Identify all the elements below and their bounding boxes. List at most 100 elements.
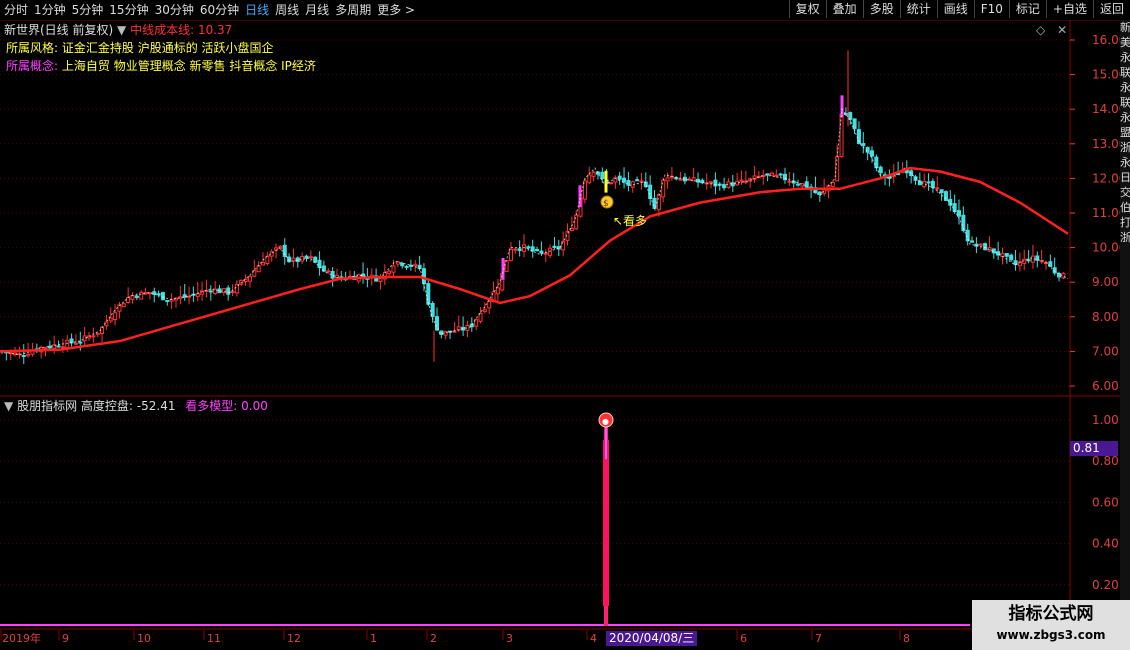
candle-body bbox=[226, 287, 231, 295]
candle-body bbox=[504, 260, 509, 272]
candle-body bbox=[926, 181, 931, 184]
candle-body bbox=[95, 332, 100, 335]
rail-item-10[interactable]: 日 bbox=[1120, 170, 1130, 185]
candle-body bbox=[326, 270, 331, 273]
candle-body bbox=[156, 293, 161, 296]
panel-controls: ◇ ✕ bbox=[1036, 22, 1067, 38]
candle-body bbox=[978, 243, 983, 246]
candle-body bbox=[543, 252, 548, 255]
indicator-source: 股朋指标网 bbox=[17, 399, 78, 413]
money-bag-glyph: $ bbox=[603, 199, 609, 209]
candle-body bbox=[787, 180, 792, 183]
candle-body bbox=[591, 171, 596, 177]
rail-item-9[interactable]: 永 bbox=[1120, 155, 1130, 170]
candle-body bbox=[482, 309, 487, 312]
candle-body bbox=[487, 300, 492, 309]
candle-body bbox=[535, 248, 540, 251]
candle-body bbox=[600, 171, 605, 180]
candle-body bbox=[330, 271, 335, 279]
date-label-6: 2 bbox=[430, 632, 437, 645]
candle-body bbox=[635, 179, 640, 182]
date-label-12: 8 bbox=[903, 632, 910, 645]
candle-body bbox=[247, 275, 252, 282]
date-label-4: 12 bbox=[287, 632, 301, 645]
candle-body bbox=[678, 178, 683, 181]
candle-body bbox=[769, 172, 774, 176]
candle-body bbox=[639, 180, 644, 183]
candle-body bbox=[139, 291, 144, 300]
candle-body bbox=[413, 263, 418, 267]
ind-tick-label-0: 0.20 bbox=[1092, 578, 1119, 592]
candle-body bbox=[78, 341, 83, 344]
candle-body bbox=[796, 183, 801, 186]
candle-body bbox=[609, 182, 613, 185]
rail-item-8[interactable]: 浙 bbox=[1120, 140, 1130, 155]
candle-body bbox=[539, 250, 544, 254]
candle-body bbox=[648, 184, 653, 199]
candle-body bbox=[569, 228, 574, 231]
watermark-url: www.zbgs3.com bbox=[996, 628, 1106, 642]
rail-item-12[interactable]: 伯 bbox=[1120, 200, 1130, 215]
candle-body bbox=[21, 355, 26, 358]
rail-item-5[interactable]: 联 bbox=[1120, 95, 1130, 110]
candle-body bbox=[622, 177, 627, 183]
candle-body bbox=[878, 166, 883, 174]
rail-item-11[interactable]: 交 bbox=[1120, 185, 1130, 200]
stock-chart: 6.007.008.009.0010.0011.0012.0013.0014.0… bbox=[0, 20, 1130, 645]
candle-body bbox=[861, 143, 866, 147]
candle-body bbox=[60, 346, 65, 349]
candle-body bbox=[495, 287, 500, 295]
price-tick-label-0: 6.00 bbox=[1092, 379, 1119, 393]
candle-body bbox=[656, 194, 661, 211]
candle-body bbox=[665, 177, 670, 182]
candle-body bbox=[778, 173, 783, 176]
model-label: 看多模型: bbox=[185, 399, 238, 413]
date-label-1: 9 bbox=[62, 632, 69, 645]
candle-body bbox=[939, 189, 944, 194]
candle-body bbox=[935, 187, 940, 190]
date-label-10: 6 bbox=[740, 632, 747, 645]
ind-tick-label-4: 1.00 bbox=[1092, 413, 1119, 427]
rail-item-4[interactable]: 永 bbox=[1120, 80, 1130, 95]
rail-item-2[interactable]: 永 bbox=[1120, 50, 1130, 65]
rail-item-14[interactable]: 浙 bbox=[1120, 230, 1130, 245]
indicator-header: ▼ 股朋指标网 高度控盘: -52.41 看多模型: 0.00 bbox=[4, 398, 268, 414]
date-label-11: 7 bbox=[815, 632, 822, 645]
style-row: 所属风格: 证金汇金持股 沪股通标的 活跃小盘国企 bbox=[6, 40, 274, 56]
price-tick-label-2: 8.00 bbox=[1092, 310, 1119, 324]
date-label-5: 1 bbox=[370, 632, 377, 645]
bullish-annotation: ↖看多 bbox=[613, 214, 648, 228]
date-label-8: 4 bbox=[590, 632, 597, 645]
collapse-icon[interactable]: ▼ bbox=[4, 399, 13, 413]
candle-body bbox=[452, 330, 457, 333]
candle-body bbox=[508, 248, 513, 261]
candle-body bbox=[874, 156, 879, 169]
rail-item-6[interactable]: 永 bbox=[1120, 110, 1130, 125]
badge-glyph: ● bbox=[602, 417, 609, 426]
concept-row: 所属概念: 上海自贸 物业管理概念 新零售 抖音概念 IP经济 bbox=[6, 58, 316, 74]
candle-body bbox=[443, 330, 448, 336]
rail-item-1[interactable]: 美 bbox=[1120, 35, 1130, 50]
rail-item-13[interactable]: 打 bbox=[1120, 215, 1130, 230]
candle-body bbox=[121, 303, 126, 308]
model-value: 0.00 bbox=[241, 399, 268, 413]
rail-item-7[interactable]: 盟 bbox=[1120, 125, 1130, 140]
watermark-title: 指标公式网 bbox=[1008, 604, 1094, 624]
candle-body bbox=[256, 265, 261, 273]
rail-item-3[interactable]: 联 bbox=[1120, 65, 1130, 80]
candle-body bbox=[208, 290, 213, 293]
close-icon[interactable]: ✕ bbox=[1057, 23, 1067, 37]
collapse-icon[interactable]: ▼ bbox=[117, 23, 126, 37]
rail-item-0[interactable]: 新 bbox=[1120, 20, 1130, 35]
ind-tick-label-2: 0.60 bbox=[1092, 495, 1119, 509]
candle-body bbox=[1004, 253, 1009, 257]
candle-body bbox=[26, 353, 31, 357]
candle-body bbox=[195, 293, 200, 297]
concept-label: 所属概念: bbox=[6, 59, 59, 73]
candle-body bbox=[400, 262, 405, 267]
date-label-7: 3 bbox=[506, 632, 513, 645]
candle-body bbox=[865, 147, 870, 153]
candle-body bbox=[165, 300, 170, 303]
signal-bar-1 bbox=[578, 185, 582, 208]
diamond-icon[interactable]: ◇ bbox=[1036, 23, 1045, 37]
